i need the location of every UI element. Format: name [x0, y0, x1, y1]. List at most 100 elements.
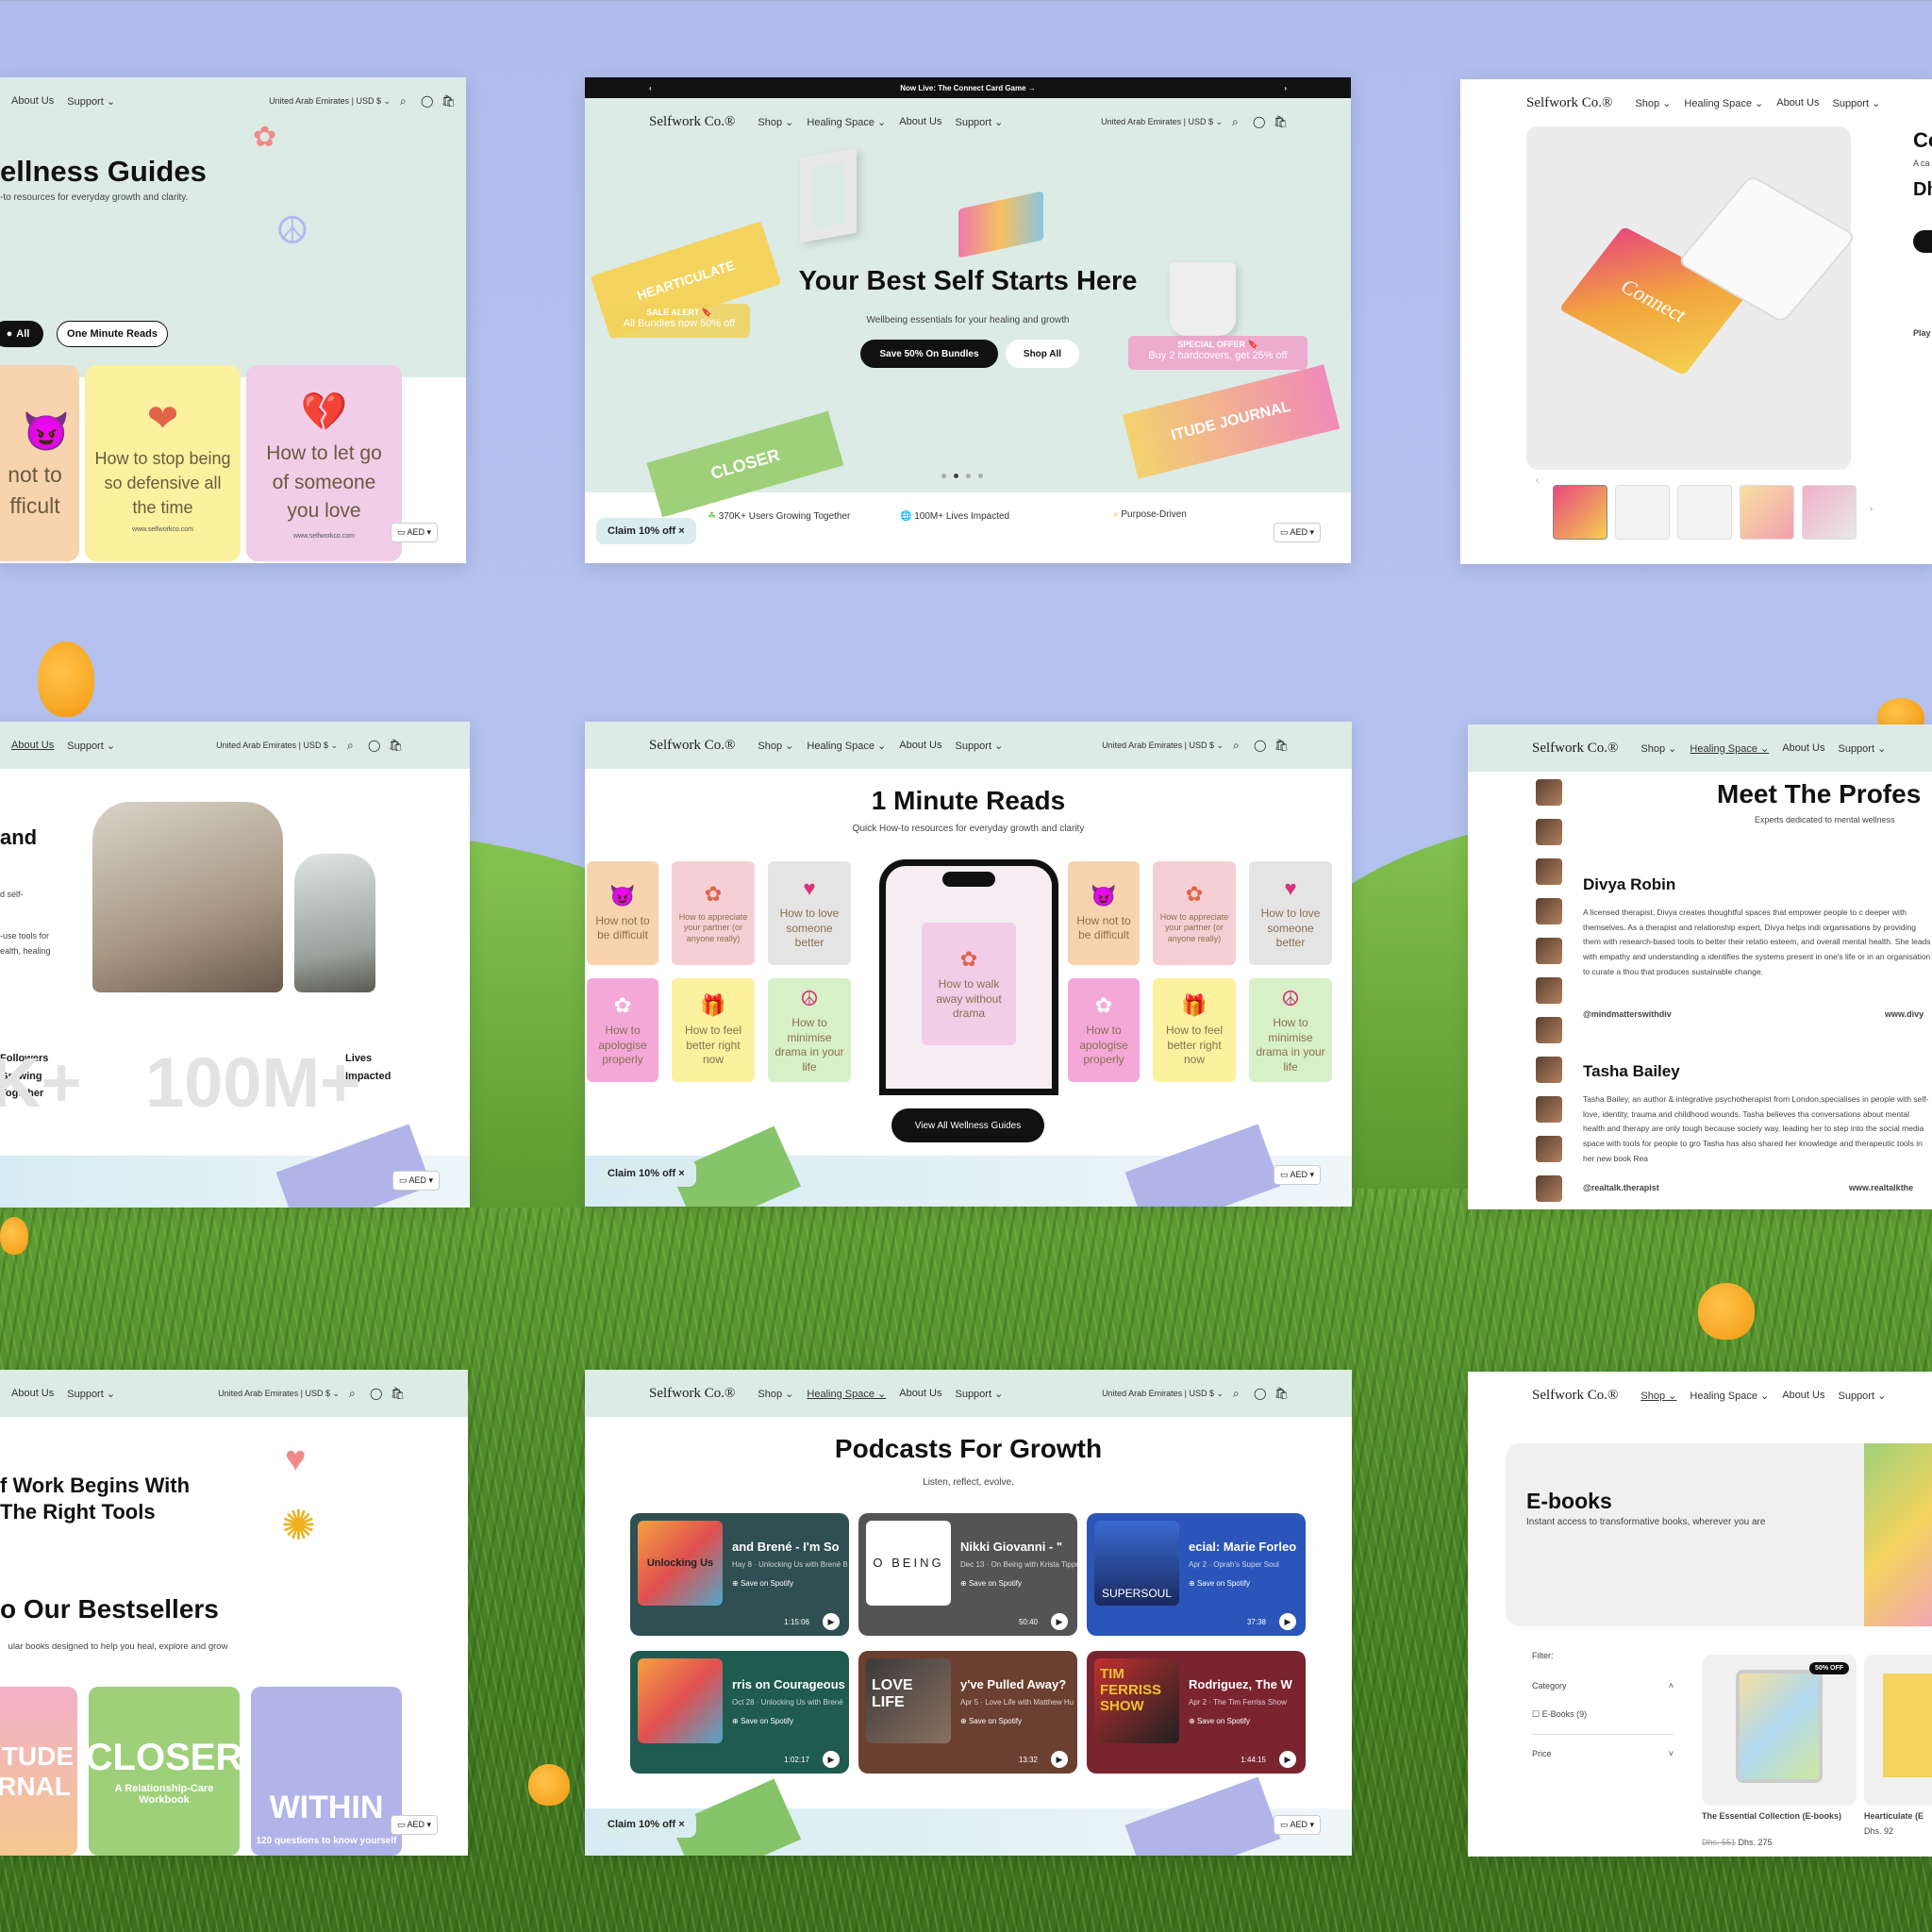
nav-healing[interactable]: Healing Space ⌄: [807, 1388, 886, 1400]
cart-icon[interactable]: 🛍: [1274, 740, 1289, 751]
read-card[interactable]: ✿ How to appreciate your partner (or anyo…: [672, 861, 755, 965]
avatar[interactable]: [1536, 858, 1562, 885]
podcast-card[interactable]: Unlocking Us and Brené - I'm So Hay 8 · …: [630, 1513, 849, 1636]
podcast-card[interactable]: LOVE LIFE y've Pulled Away? Apr 5 · Love…: [858, 1651, 1077, 1774]
nav-support[interactable]: Support ⌄: [955, 1388, 1003, 1400]
avatar[interactable]: [1536, 1057, 1562, 1083]
podcast-card[interactable]: rris on Courageous Oct 28 · Unlocking Us…: [630, 1651, 849, 1774]
account-icon[interactable]: ◯: [370, 1388, 382, 1399]
avatar[interactable]: [1536, 977, 1562, 1004]
price-filter[interactable]: Price ˅: [1532, 1749, 1674, 1758]
category-filter[interactable]: Category ˄: [1532, 1681, 1674, 1690]
nav-shop[interactable]: Shop ⌄: [758, 1388, 793, 1400]
chevron-left-icon[interactable]: ‹: [1536, 475, 1539, 486]
close-icon[interactable]: ×: [678, 525, 684, 537]
read-card[interactable]: ☮ How to minimise drama in your life: [768, 978, 851, 1082]
read-card[interactable]: 🎁 How to feel better right now: [672, 978, 755, 1082]
nav-about[interactable]: About Us: [11, 95, 54, 107]
currency-selector[interactable]: ▭ AED ▾: [1274, 1815, 1322, 1835]
product-title[interactable]: The Essential Collection (E-books): [1702, 1811, 1857, 1821]
read-card[interactable]: 🎁 How to feel better right now: [1153, 978, 1236, 1082]
search-icon[interactable]: ⌕: [347, 740, 358, 751]
avatar[interactable]: [1536, 1136, 1562, 1162]
read-card[interactable]: 😈 How not to be difficult: [1068, 861, 1140, 965]
book-card[interactable]: ITUDE RNAL: [0, 1687, 77, 1856]
read-card[interactable]: ✿ How to apologise properly: [587, 978, 658, 1082]
professional-website[interactable]: www.realtalkthe: [1849, 1183, 1913, 1192]
cart-icon[interactable]: 🛍: [391, 1388, 405, 1399]
account-icon[interactable]: ◯: [1254, 740, 1266, 751]
cart-icon[interactable]: 🛍: [1274, 116, 1288, 127]
save-on-spotify-button[interactable]: ⊕ Save on Spotify: [1189, 1579, 1250, 1588]
chevron-right-icon[interactable]: ›: [1284, 84, 1287, 92]
logo[interactable]: Selfwork Co.®: [649, 114, 735, 130]
nav-healing[interactable]: Healing Space ⌄: [1690, 742, 1769, 755]
nav-support[interactable]: Support ⌄: [1838, 742, 1886, 755]
avatar[interactable]: [1536, 779, 1562, 806]
save-on-spotify-button[interactable]: ⊕ Save on Spotify: [732, 1717, 793, 1725]
region-selector[interactable]: United Arab Emirates | USD $ ⌄: [1102, 1389, 1224, 1399]
region-selector[interactable]: United Arab Emirates | USD $ ⌄: [269, 96, 391, 107]
nav-support[interactable]: Support ⌄: [955, 116, 1003, 128]
account-icon[interactable]: ◯: [1253, 116, 1265, 127]
read-card[interactable]: 😈 How not to be difficult: [587, 861, 658, 965]
play-icon[interactable]: ▶: [1051, 1613, 1068, 1630]
chevron-right-icon[interactable]: ›: [1870, 504, 1873, 514]
cart-icon[interactable]: 🛍: [441, 95, 456, 107]
view-all-guides-button[interactable]: View All Wellness Guides: [891, 1108, 1044, 1142]
save-on-spotify-button[interactable]: ⊕ Save on Spotify: [732, 1579, 793, 1588]
nav-about[interactable]: About Us: [899, 740, 941, 751]
book-card[interactable]: WITHIN 120 questions to know yourself: [251, 1687, 402, 1856]
account-icon[interactable]: ◯: [1254, 1388, 1266, 1399]
currency-selector[interactable]: ▭ AED ▾: [391, 1815, 439, 1835]
nav-shop[interactable]: Shop ⌄: [758, 116, 793, 128]
nav-about[interactable]: About Us: [899, 1388, 941, 1399]
claim-discount-button[interactable]: Claim 10% off ×: [596, 1811, 696, 1838]
avatar[interactable]: [1536, 819, 1562, 845]
play-icon[interactable]: ▶: [1279, 1613, 1296, 1630]
professional-handle[interactable]: @mindmatterswithdiv: [1583, 1009, 1672, 1019]
professional-handle[interactable]: @realtalk.therapist: [1583, 1183, 1659, 1192]
close-icon[interactable]: ×: [678, 1168, 684, 1179]
avatar[interactable]: [1536, 1175, 1562, 1202]
region-selector[interactable]: United Arab Emirates | USD $ ⌄: [1102, 741, 1224, 751]
product-thumb[interactable]: [1740, 485, 1794, 540]
claim-discount-button[interactable]: Claim 10% off ×: [596, 1160, 696, 1187]
nav-about[interactable]: About Us: [1776, 97, 1819, 108]
nav-support[interactable]: Support ⌄: [67, 740, 115, 752]
region-selector[interactable]: United Arab Emirates | USD $ ⌄: [218, 1389, 340, 1399]
product-thumb[interactable]: [1677, 485, 1732, 540]
product-title[interactable]: Hearticulate (E: [1864, 1811, 1924, 1821]
professional-website[interactable]: www.divy: [1885, 1009, 1924, 1019]
product-card-image[interactable]: 50% OFF: [1702, 1655, 1857, 1806]
guide-card[interactable]: 😈 not to fficult: [0, 365, 79, 561]
nav-about[interactable]: About Us: [899, 116, 941, 127]
read-card[interactable]: ✿ How to appreciate your partner (or anyo…: [1153, 861, 1236, 965]
nav-support[interactable]: Support ⌄: [1838, 1390, 1886, 1402]
read-card[interactable]: ♥ How to love someone better: [768, 861, 851, 965]
avatar[interactable]: [1536, 1017, 1562, 1043]
read-card[interactable]: ☮ How to minimise drama in your life: [1249, 978, 1332, 1082]
nav-support[interactable]: Support ⌄: [67, 1388, 115, 1400]
cart-icon[interactable]: 🛍: [389, 740, 403, 751]
save-on-spotify-button[interactable]: ⊕ Save on Spotify: [960, 1579, 1022, 1588]
nav-support[interactable]: Support ⌄: [67, 95, 115, 108]
product-image[interactable]: Connect: [1526, 126, 1857, 470]
currency-selector[interactable]: ▭ AED ▾: [1274, 523, 1322, 542]
nav-about[interactable]: About Us: [11, 1388, 54, 1399]
read-card[interactable]: ✿ How to walk away without drama: [922, 923, 1016, 1045]
nav-shop[interactable]: Shop ⌄: [758, 740, 793, 752]
logo[interactable]: Selfwork Co.®: [1526, 95, 1612, 111]
nav-healing[interactable]: Healing Space ⌄: [1690, 1390, 1769, 1402]
product-thumb[interactable]: [1553, 485, 1607, 540]
nav-support[interactable]: Support ⌄: [955, 740, 1003, 752]
logo[interactable]: Selfwork Co.®: [1532, 741, 1618, 757]
book-card[interactable]: CLOSER A Relationship-Care Workbook: [86, 1687, 242, 1856]
search-icon[interactable]: ⌕: [1233, 740, 1244, 751]
nav-healing[interactable]: Healing Space ⌄: [807, 740, 886, 752]
filter-one-minute[interactable]: One Minute Reads: [57, 321, 168, 347]
announcement-text[interactable]: Now Live: The Connect Card Game →: [900, 84, 1036, 92]
search-icon[interactable]: ⌕: [349, 1388, 360, 1399]
shop-all-button[interactable]: Shop All: [1006, 340, 1079, 368]
logo[interactable]: Selfwork Co.®: [649, 1386, 735, 1402]
